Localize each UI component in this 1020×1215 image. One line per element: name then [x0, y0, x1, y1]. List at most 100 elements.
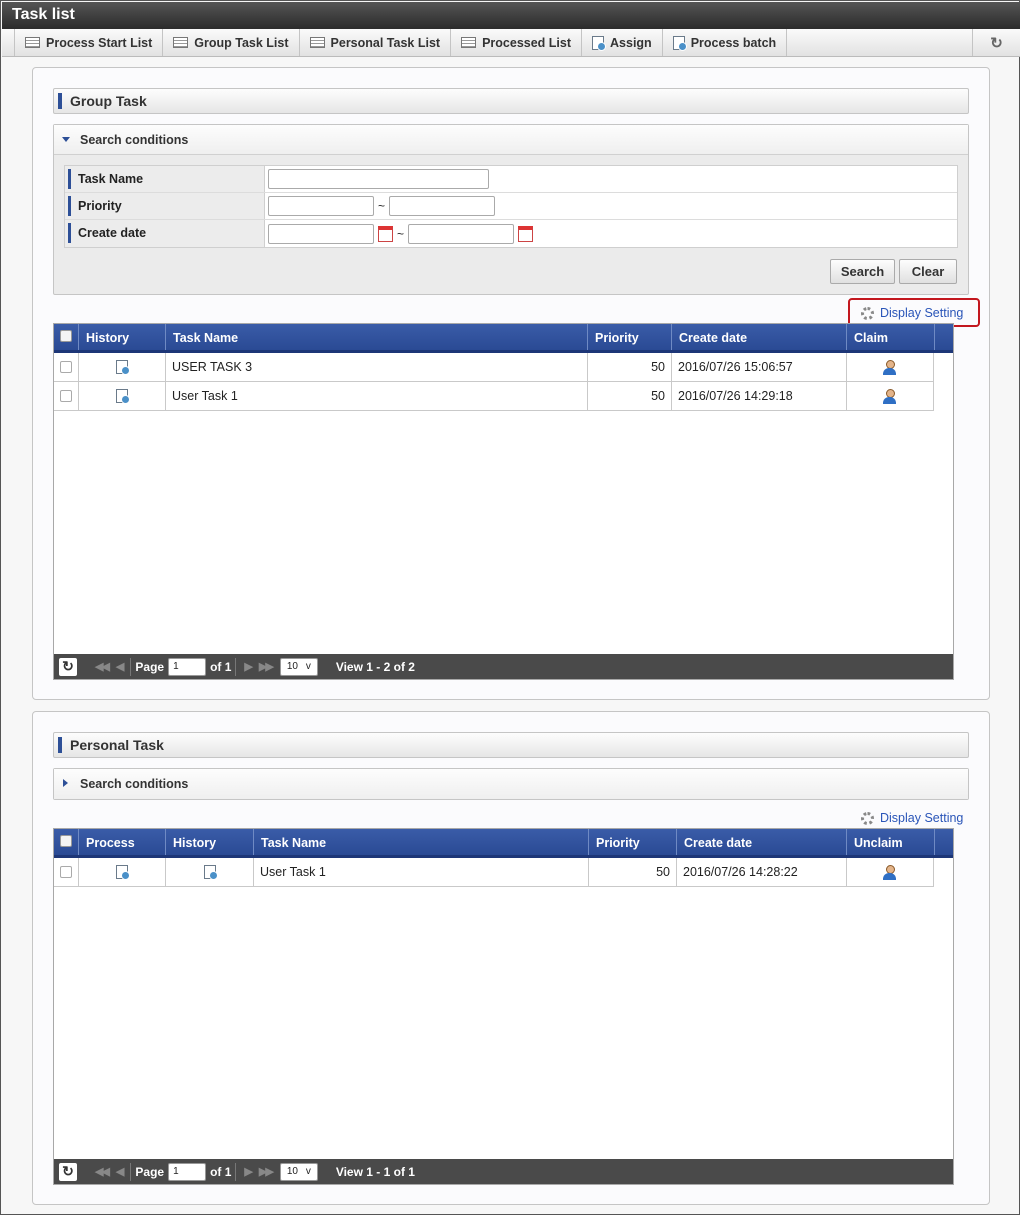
column-process[interactable]: Process	[79, 829, 166, 855]
table-row[interactable]: User Task 1 50 2016/07/26 14:28:22	[54, 858, 934, 887]
process-batch-button[interactable]: Process batch	[663, 29, 788, 56]
first-page-icon[interactable]: ◀◀	[95, 1165, 110, 1178]
priority-from-input[interactable]	[268, 196, 374, 216]
priority-cell: 50	[588, 382, 672, 410]
claim-icon[interactable]	[883, 388, 897, 404]
process-start-list-button[interactable]: Process Start List	[14, 29, 164, 56]
display-setting-link[interactable]: Display Setting	[861, 811, 963, 825]
search-conditions-toggle[interactable]: Search conditions	[54, 125, 968, 155]
create-date-cell: 2016/07/26 14:28:22	[677, 858, 847, 886]
batch-icon	[672, 35, 687, 51]
create-date-to-input[interactable]	[408, 223, 515, 244]
task-name-cell: USER TASK 3	[166, 353, 588, 381]
row-checkbox[interactable]	[60, 390, 72, 402]
refresh-icon[interactable]: ↻	[972, 29, 1020, 56]
range-separator: ~	[397, 226, 405, 241]
priority-to-input[interactable]	[389, 196, 496, 216]
personal-search-conditions: Search conditions	[53, 768, 969, 800]
column-task-name[interactable]: Task Name	[166, 324, 588, 350]
toolbar-label: Process Start List	[46, 35, 153, 50]
column-history[interactable]: History	[166, 829, 254, 855]
divider	[235, 1162, 237, 1181]
select-all-checkbox[interactable]	[54, 829, 79, 855]
task-name-input[interactable]	[268, 169, 489, 189]
create-date-cell: 2016/07/26 15:06:57	[672, 353, 847, 381]
pager: ↻ ◀◀ ◀ Page 1 of 1 ▶ ▶▶ 10 v View 1 - 1 o…	[54, 1159, 953, 1184]
divider	[130, 657, 132, 676]
prev-page-icon[interactable]: ◀	[116, 660, 125, 673]
window-title: Task list	[2, 2, 1020, 29]
create-date-cell: 2016/07/26 14:29:18	[672, 382, 847, 410]
next-page-icon[interactable]: ▶	[244, 1165, 253, 1178]
page-input[interactable]: 1	[168, 657, 207, 676]
search-conditions-toggle[interactable]: Search conditions	[54, 769, 968, 799]
personal-task-grid: Process History Task Name Priority Creat…	[53, 828, 954, 1185]
page-label: Page	[135, 1164, 165, 1179]
column-priority[interactable]: Priority	[589, 829, 677, 855]
history-icon[interactable]	[203, 865, 218, 880]
personal-task-title: Personal Task	[53, 732, 969, 758]
divider	[130, 1162, 132, 1181]
search-conditions-label: Search conditions	[80, 777, 189, 791]
checkbox[interactable]	[60, 835, 72, 847]
prev-page-icon[interactable]: ◀	[116, 1165, 125, 1178]
table-row[interactable]: User Task 1 50 2016/07/26 14:29:18	[54, 382, 934, 411]
range-separator: ~	[378, 199, 386, 213]
group-search-conditions: Search conditions Task Name Priority ~ C…	[53, 124, 969, 295]
calendar-icon[interactable]	[518, 225, 534, 242]
last-page-icon[interactable]: ▶▶	[259, 1165, 274, 1178]
claim-icon[interactable]	[883, 359, 897, 375]
gear-icon	[861, 811, 874, 825]
list-icon	[25, 37, 40, 48]
pager-refresh-icon[interactable]: ↻	[59, 1162, 77, 1181]
calendar-icon[interactable]	[378, 225, 393, 242]
checkbox[interactable]	[60, 330, 72, 342]
personal-task-list-button[interactable]: Personal Task List	[300, 29, 452, 56]
page-input[interactable]: 1	[168, 1162, 207, 1181]
toolbar: Process Start List Group Task List Perso…	[2, 29, 1020, 57]
priority-cell: 50	[588, 353, 672, 381]
column-priority[interactable]: Priority	[588, 324, 672, 350]
toolbar-label: Processed List	[482, 35, 572, 50]
create-date-from-input[interactable]	[268, 223, 374, 244]
view-count: View 1 - 1 of 1	[335, 1164, 415, 1179]
list-icon	[461, 37, 477, 48]
history-icon[interactable]	[116, 360, 130, 375]
toolbar-label: Process batch	[690, 35, 777, 50]
divider	[235, 657, 237, 676]
first-page-icon[interactable]: ◀◀	[95, 660, 110, 673]
column-create-date[interactable]: Create date	[677, 829, 847, 855]
history-icon[interactable]	[116, 389, 130, 404]
processed-list-button[interactable]: Processed List	[451, 29, 583, 56]
column-history[interactable]: History	[79, 324, 166, 350]
assign-button[interactable]: Assign	[582, 29, 663, 56]
display-setting-link[interactable]: Display Setting	[861, 306, 963, 320]
row-checkbox[interactable]	[60, 866, 72, 878]
column-create-date[interactable]: Create date	[672, 324, 847, 350]
page-count: of 1	[210, 1164, 232, 1179]
column-unclaim[interactable]: Unclaim	[847, 829, 935, 855]
select-all-checkbox[interactable]	[54, 324, 79, 350]
page-size-select[interactable]: 10 v	[279, 657, 318, 676]
task-name-cell: User Task 1	[166, 382, 588, 410]
unclaim-icon[interactable]	[883, 864, 897, 880]
pager-refresh-icon[interactable]: ↻	[59, 657, 77, 676]
clear-button[interactable]: Clear	[899, 259, 957, 284]
priority-cell: 50	[589, 858, 677, 886]
last-page-icon[interactable]: ▶▶	[259, 660, 274, 673]
grid-header: Process History Task Name Priority Creat…	[54, 829, 953, 858]
toolbar-label: Assign	[610, 35, 652, 50]
row-checkbox[interactable]	[60, 361, 72, 373]
table-row[interactable]: USER TASK 3 50 2016/07/26 15:06:57	[54, 353, 934, 382]
column-claim[interactable]: Claim	[847, 324, 935, 350]
column-task-name[interactable]: Task Name	[254, 829, 589, 855]
page-size-select[interactable]: 10 v	[279, 1162, 318, 1181]
toolbar-label: Personal Task List	[330, 35, 441, 50]
collapse-arrow-icon	[62, 137, 70, 142]
next-page-icon[interactable]: ▶	[244, 660, 253, 673]
process-icon[interactable]	[116, 865, 130, 880]
group-task-grid: History Task Name Priority Create date C…	[53, 323, 954, 680]
group-task-list-button[interactable]: Group Task List	[163, 29, 300, 56]
search-button[interactable]: Search	[830, 259, 895, 284]
grid-header: History Task Name Priority Create date C…	[54, 324, 953, 353]
